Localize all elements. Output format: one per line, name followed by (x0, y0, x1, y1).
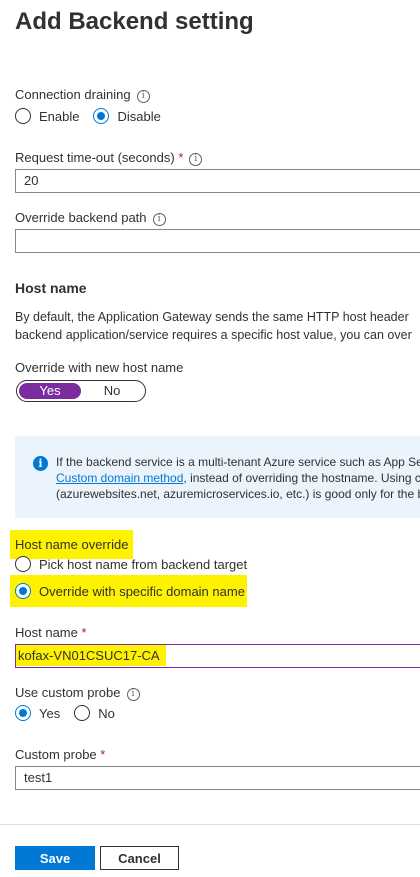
save-button[interactable]: Save (15, 846, 95, 870)
custom-probe-select[interactable]: test1 (15, 766, 420, 790)
info-circle-icon: i (33, 456, 48, 471)
pick-host-name-option[interactable]: Pick host name from backend target (15, 556, 261, 572)
host-name-description-line-2: backend application/service requires a s… (15, 328, 412, 342)
pick-host-name-label: Pick host name from backend target (39, 556, 248, 572)
cancel-button[interactable]: Cancel (100, 846, 179, 870)
no-option-label: No (98, 705, 115, 721)
request-timeout-label: Request time-out (seconds) * i (15, 150, 203, 166)
use-custom-probe-label: Use custom probe i (15, 685, 140, 701)
info-message-text: If the backend service is a multi-tenant… (56, 454, 420, 502)
request-timeout-input[interactable]: 20 (15, 169, 420, 193)
info-line-2: Custom domain method, instead of overrid… (56, 471, 420, 485)
custom-probe-yes-radio[interactable] (15, 705, 31, 721)
override-specific-domain-label: Override with specific domain name (39, 583, 245, 599)
footer-divider (0, 824, 420, 825)
override-specific-domain-option[interactable]: Override with specific domain name (10, 575, 247, 607)
info-line-3: (azurewebsites.net, azuremicroservices.i… (56, 487, 420, 501)
toggle-no-option[interactable]: No (81, 383, 143, 399)
custom-probe-no-radio[interactable] (74, 705, 91, 721)
connection-draining-label: Connection draining i (15, 87, 150, 103)
custom-probe-label: Custom probe * (15, 747, 106, 762)
page-title: Add Backend setting (15, 8, 254, 35)
connection-draining-disable-radio[interactable] (93, 108, 110, 124)
required-marker: * (100, 747, 106, 762)
host-name-description-line-1: By default, the Application Gateway send… (15, 310, 409, 324)
info-icon[interactable]: i (152, 213, 166, 226)
pick-host-name-radio[interactable] (15, 556, 31, 572)
info-icon[interactable]: i (136, 90, 150, 103)
yes-option-label: Yes (39, 705, 61, 721)
override-new-host-name-label: Override with new host name (15, 360, 184, 375)
disable-option-label: Disable (117, 108, 161, 124)
enable-option-label: Enable (39, 108, 80, 124)
connection-draining-radio-group: Enable Disable (15, 108, 175, 124)
connection-draining-enable-radio[interactable] (15, 108, 31, 124)
host-name-override-label: Host name override (10, 530, 134, 559)
toggle-yes-option[interactable]: Yes (19, 383, 81, 399)
override-backend-path-label: Override backend path i (15, 210, 166, 226)
host-name-label: Host name * (15, 625, 87, 640)
required-marker: * (81, 625, 87, 640)
info-icon[interactable]: i (126, 688, 140, 701)
use-custom-probe-radio-group: Yes No (15, 705, 129, 721)
host-name-input[interactable]: kofax-VN01CSUC17-CA (15, 644, 420, 668)
override-backend-path-input[interactable] (15, 229, 420, 253)
custom-domain-method-link[interactable]: Custom domain method (56, 471, 183, 485)
override-host-name-toggle[interactable]: Yes No (16, 380, 146, 402)
host-name-value: kofax-VN01CSUC17-CA (16, 645, 166, 666)
info-line-1: If the backend service is a multi-tenant… (56, 455, 420, 469)
host-name-section-title: Host name (15, 280, 87, 296)
info-icon[interactable]: i (189, 153, 203, 166)
required-marker: * (178, 150, 184, 165)
override-specific-domain-radio[interactable] (15, 583, 31, 599)
